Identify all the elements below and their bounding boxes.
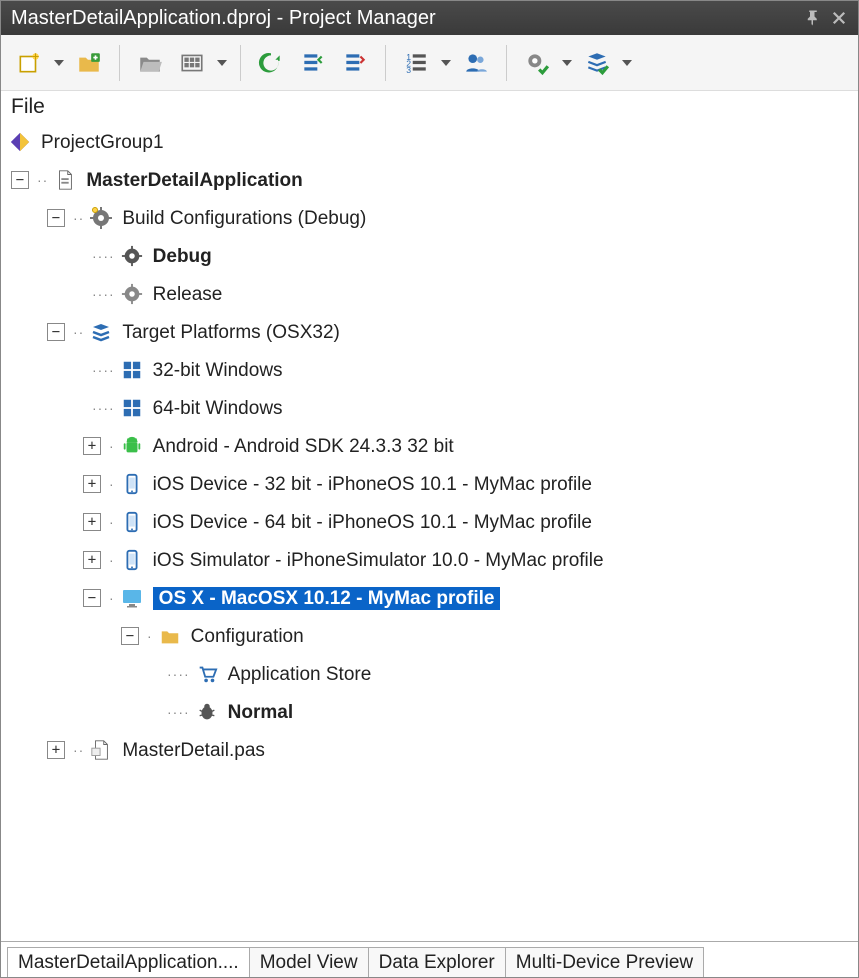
collapse-button[interactable]	[337, 45, 373, 81]
tree-label: MasterDetailApplication	[86, 171, 302, 190]
layers-check-button[interactable]	[579, 45, 615, 81]
cart-icon	[194, 661, 220, 687]
expander-minus-icon[interactable]: −	[47, 323, 65, 341]
windows-icon	[119, 357, 145, 383]
document-icon	[52, 167, 78, 193]
tree-label: Configuration	[191, 627, 304, 646]
refresh-button[interactable]	[253, 45, 289, 81]
tree-label: Normal	[228, 703, 293, 722]
expander-plus-icon[interactable]: +	[83, 513, 101, 531]
tree-label: iOS Device - 32 bit - iPhoneOS 10.1 - My…	[153, 475, 592, 494]
expander-plus-icon[interactable]: +	[83, 551, 101, 569]
new-project-button[interactable]	[11, 45, 47, 81]
tree-node-ios-simulator[interactable]: + · iOS Simulator - iPhoneSimulator 10.0…	[7, 541, 854, 579]
gear-icon	[88, 205, 114, 231]
project-tree: ProjectGroup1 − ·· MasterDetailApplicati…	[1, 121, 858, 769]
layers-icon	[88, 319, 114, 345]
tree-label: 32-bit Windows	[153, 361, 283, 380]
tree-node-ios64[interactable]: + · iOS Device - 64 bit - iPhoneOS 10.1 …	[7, 503, 854, 541]
tree-node-target-platforms[interactable]: − ·· Target Platforms (OSX32)	[7, 313, 854, 351]
list-button[interactable]: 123	[398, 45, 434, 81]
bottom-tabs: MasterDetailApplication.... Model View D…	[1, 941, 858, 977]
dropdown-icon[interactable]	[621, 58, 633, 68]
tree-label: Android - Android SDK 24.3.3 32 bit	[153, 437, 454, 456]
project-group-icon	[7, 129, 33, 155]
dropdown-icon[interactable]	[440, 58, 452, 68]
tree-label: Application Store	[228, 665, 372, 684]
close-icon[interactable]	[830, 9, 848, 27]
view-grid-button[interactable]	[174, 45, 210, 81]
phone-icon	[119, 509, 145, 535]
tab-project[interactable]: MasterDetailApplication....	[7, 947, 250, 977]
tree-label: iOS Simulator - iPhoneSimulator 10.0 - M…	[153, 551, 604, 570]
gear-icon	[119, 281, 145, 307]
menu-file[interactable]: File	[1, 91, 858, 121]
expander-plus-icon[interactable]: +	[83, 475, 101, 493]
expand-button[interactable]	[295, 45, 331, 81]
toolbar: 123	[1, 35, 858, 91]
tree-node-build-configurations[interactable]: − ·· Build Configurations (Debug)	[7, 199, 854, 237]
tree-node-android[interactable]: + · Android - Android SDK 24.3.3 32 bit	[7, 427, 854, 465]
title-bar: MasterDetailApplication.dproj - Project …	[1, 1, 858, 35]
expander-minus-icon[interactable]: −	[47, 209, 65, 227]
tree-node-win64[interactable]: ···· 64-bit Windows	[7, 389, 854, 427]
tree-label: Release	[153, 285, 223, 304]
windows-icon	[119, 395, 145, 421]
tab-label: Data Explorer	[379, 952, 495, 974]
phone-icon	[119, 547, 145, 573]
tab-label: MasterDetailApplication....	[18, 952, 239, 974]
tree-label: MasterDetail.pas	[122, 741, 265, 760]
monitor-icon	[119, 585, 145, 611]
tree-node-release[interactable]: ···· Release	[7, 275, 854, 313]
android-icon	[119, 433, 145, 459]
dropdown-icon[interactable]	[53, 58, 65, 68]
gear-check-button[interactable]	[519, 45, 555, 81]
expander-minus-icon[interactable]: −	[83, 589, 101, 607]
tree-node-normal[interactable]: ···· Normal	[7, 693, 854, 731]
tree-label: Target Platforms (OSX32)	[122, 323, 340, 342]
dropdown-icon[interactable]	[561, 58, 573, 68]
folder-icon	[157, 623, 183, 649]
tree-node-win32[interactable]: ···· 32-bit Windows	[7, 351, 854, 389]
tree-node-ios32[interactable]: + · iOS Device - 32 bit - iPhoneOS 10.1 …	[7, 465, 854, 503]
tree-node-debug[interactable]: ···· Debug	[7, 237, 854, 275]
users-button[interactable]	[458, 45, 494, 81]
tree-label: Debug	[153, 247, 212, 266]
tree-label: iOS Device - 64 bit - iPhoneOS 10.1 - My…	[153, 513, 592, 532]
expander-plus-icon[interactable]: +	[83, 437, 101, 455]
window-title: MasterDetailApplication.dproj - Project …	[11, 7, 436, 30]
tab-data-explorer[interactable]: Data Explorer	[368, 947, 506, 977]
tab-model-view[interactable]: Model View	[249, 947, 369, 977]
add-folder-button[interactable]	[71, 45, 107, 81]
pin-icon[interactable]	[804, 9, 822, 27]
tree-node-app-store[interactable]: ···· Application Store	[7, 655, 854, 693]
expander-minus-icon[interactable]: −	[11, 171, 29, 189]
phone-icon	[119, 471, 145, 497]
tree-label: 64-bit Windows	[153, 399, 283, 418]
bug-icon	[194, 699, 220, 725]
expander-minus-icon[interactable]: −	[121, 627, 139, 645]
pas-file-icon	[88, 737, 114, 763]
tree-node-configuration[interactable]: − · Configuration	[7, 617, 854, 655]
gear-icon	[119, 243, 145, 269]
tab-label: Model View	[260, 952, 358, 974]
open-folder-button[interactable]	[132, 45, 168, 81]
svg-text:3: 3	[406, 64, 411, 74]
tab-multi-device-preview[interactable]: Multi-Device Preview	[505, 947, 704, 977]
tree-node-project[interactable]: − ·· MasterDetailApplication	[7, 161, 854, 199]
tree-label-selected: OS X - MacOSX 10.12 - MyMac profile	[153, 587, 501, 610]
tree-node-source-file[interactable]: + ·· MasterDetail.pas	[7, 731, 854, 769]
tree-label: Build Configurations (Debug)	[122, 209, 366, 228]
tree-node-osx[interactable]: − · OS X - MacOSX 10.12 - MyMac profile	[7, 579, 854, 617]
dropdown-icon[interactable]	[216, 58, 228, 68]
expander-plus-icon[interactable]: +	[47, 741, 65, 759]
tree-node-project-group[interactable]: ProjectGroup1	[7, 123, 854, 161]
tree-label: ProjectGroup1	[41, 133, 164, 152]
tab-label: Multi-Device Preview	[516, 952, 693, 974]
